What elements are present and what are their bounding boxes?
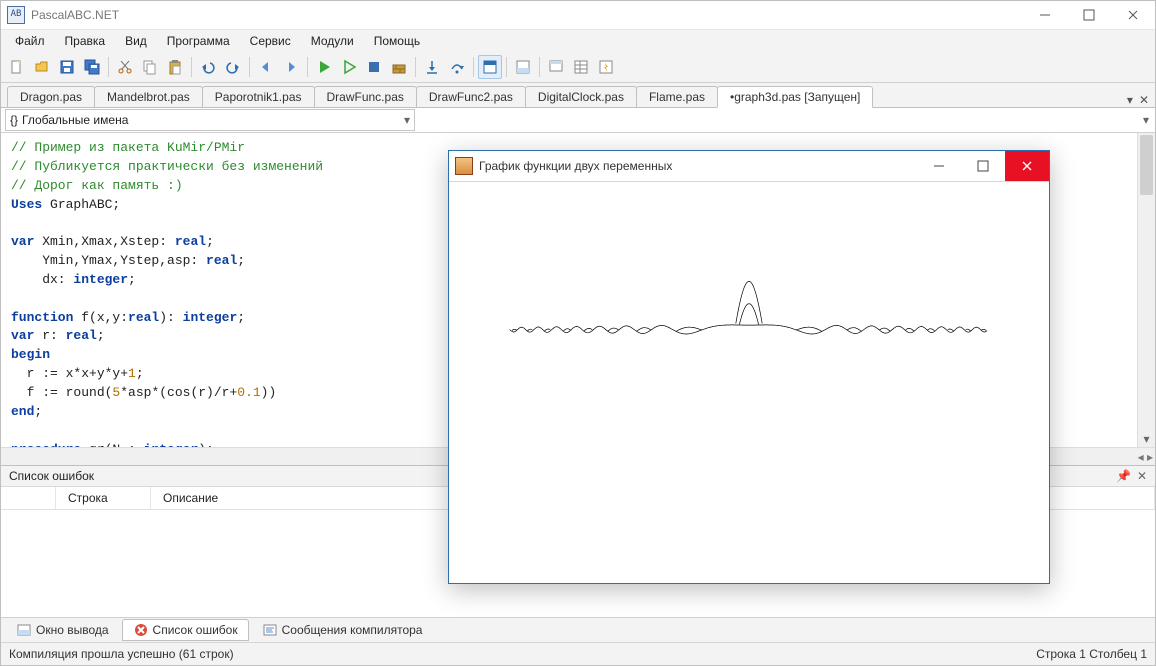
nav-combo-row: {} Глобальные имена ▾ ▾ — [1, 108, 1155, 133]
tab-digitalclock[interactable]: DigitalClock.pas — [525, 86, 637, 107]
new-file-icon[interactable] — [5, 55, 29, 79]
scope-combo-text: Глобальные имена — [22, 113, 128, 127]
tabs-close-icon[interactable]: ✕ — [1139, 93, 1149, 107]
events-icon[interactable] — [594, 55, 618, 79]
pin-icon[interactable]: 📌 — [1116, 469, 1131, 483]
step-over-icon[interactable] — [445, 55, 469, 79]
open-file-icon[interactable] — [30, 55, 54, 79]
tab-drawfunc[interactable]: DrawFunc.pas — [314, 86, 417, 107]
status-cursor: Строка 1 Столбец 1 — [1036, 647, 1147, 661]
btab-errors[interactable]: Список ошибок — [122, 619, 249, 641]
scroll-thumb[interactable] — [1140, 135, 1153, 195]
nav-back-icon[interactable] — [254, 55, 278, 79]
editor-vscrollbar[interactable]: ▴ ▾ — [1137, 133, 1155, 447]
output-panel-icon[interactable] — [511, 55, 535, 79]
close-button[interactable] — [1111, 1, 1155, 29]
status-bar: Компиляция прошла успешно (61 строк) Стр… — [1, 642, 1155, 665]
menu-service[interactable]: Сервис — [240, 32, 301, 50]
form-designer-icon[interactable] — [544, 55, 568, 79]
scroll-down-icon[interactable]: ▾ — [1138, 430, 1155, 447]
graph-window-icon — [455, 157, 473, 175]
copy-icon[interactable] — [138, 55, 162, 79]
toolbar — [1, 52, 1155, 83]
menu-modules[interactable]: Модули — [301, 32, 364, 50]
status-message: Компиляция прошла успешно (61 строк) — [9, 647, 234, 661]
maximize-button[interactable] — [1067, 1, 1111, 29]
tab-flame[interactable]: Flame.pas — [636, 86, 718, 107]
graph-window-title: График функции двух переменных — [479, 159, 672, 173]
tab-mandelbrot[interactable]: Mandelbrot.pas — [94, 86, 203, 107]
menu-edit[interactable]: Правка — [55, 32, 116, 50]
col-line[interactable]: Строка — [56, 487, 151, 509]
chevron-down-icon: ▾ — [404, 113, 410, 127]
output-icon — [16, 622, 32, 638]
paste-icon[interactable] — [163, 55, 187, 79]
cut-icon[interactable] — [113, 55, 137, 79]
braces-icon: {} — [10, 113, 18, 127]
tab-graph3d[interactable]: •graph3d.pas [Запущен] — [717, 86, 873, 108]
tabs-dropdown-icon[interactable]: ▾ — [1127, 93, 1133, 107]
scope-combo[interactable]: {} Глобальные имена ▾ — [5, 109, 415, 131]
titlebar: AB PascalABC.NET — [1, 1, 1155, 30]
graph-canvas — [449, 182, 1049, 583]
menu-view[interactable]: Вид — [115, 32, 157, 50]
menu-help[interactable]: Помощь — [364, 32, 430, 50]
stop-icon[interactable] — [362, 55, 386, 79]
nav-forward-icon[interactable] — [279, 55, 303, 79]
graph-close-button[interactable] — [1005, 151, 1049, 181]
properties-icon[interactable] — [569, 55, 593, 79]
btab-output[interactable]: Окно вывода — [5, 619, 120, 641]
menu-program[interactable]: Программа — [157, 32, 240, 50]
save-all-icon[interactable] — [80, 55, 104, 79]
panel-toggle-icon[interactable] — [478, 55, 502, 79]
menu-file[interactable]: Файл — [5, 32, 55, 50]
minimize-button[interactable] — [1023, 1, 1067, 29]
redo-icon[interactable] — [221, 55, 245, 79]
btab-compiler[interactable]: Сообщения компилятора — [251, 619, 434, 641]
graph-maximize-button[interactable] — [961, 151, 1005, 181]
combo-row-chevron[interactable]: ▾ — [1143, 113, 1155, 127]
tab-drawfunc2[interactable]: DrawFunc2.pas — [416, 86, 526, 107]
document-tabs: Dragon.pas Mandelbrot.pas Paporotnik1.pa… — [1, 83, 1155, 108]
step-into-icon[interactable] — [420, 55, 444, 79]
tab-dragon[interactable]: Dragon.pas — [7, 86, 95, 107]
errors-icon — [133, 622, 149, 638]
graph-window[interactable]: График функции двух переменных — [448, 150, 1050, 584]
bottom-tabs: Окно вывода Список ошибок Сообщения комп… — [1, 617, 1155, 642]
run-no-debug-icon[interactable] — [337, 55, 361, 79]
tab-paporotnik[interactable]: Paporotnik1.pas — [202, 86, 315, 107]
run-icon[interactable] — [312, 55, 336, 79]
compiler-icon — [262, 622, 278, 638]
app-title: PascalABC.NET — [31, 8, 119, 22]
graph-minimize-button[interactable] — [917, 151, 961, 181]
build-icon[interactable] — [387, 55, 411, 79]
errors-panel-title: Список ошибок — [9, 469, 94, 483]
graph-titlebar[interactable]: График функции двух переменных — [449, 151, 1049, 182]
undo-icon[interactable] — [196, 55, 220, 79]
save-icon[interactable] — [55, 55, 79, 79]
menu-bar: Файл Правка Вид Программа Сервис Модули … — [1, 30, 1155, 52]
errors-close-icon[interactable]: ✕ — [1137, 469, 1147, 483]
window-controls — [1023, 1, 1155, 29]
app-icon: AB — [7, 6, 25, 24]
